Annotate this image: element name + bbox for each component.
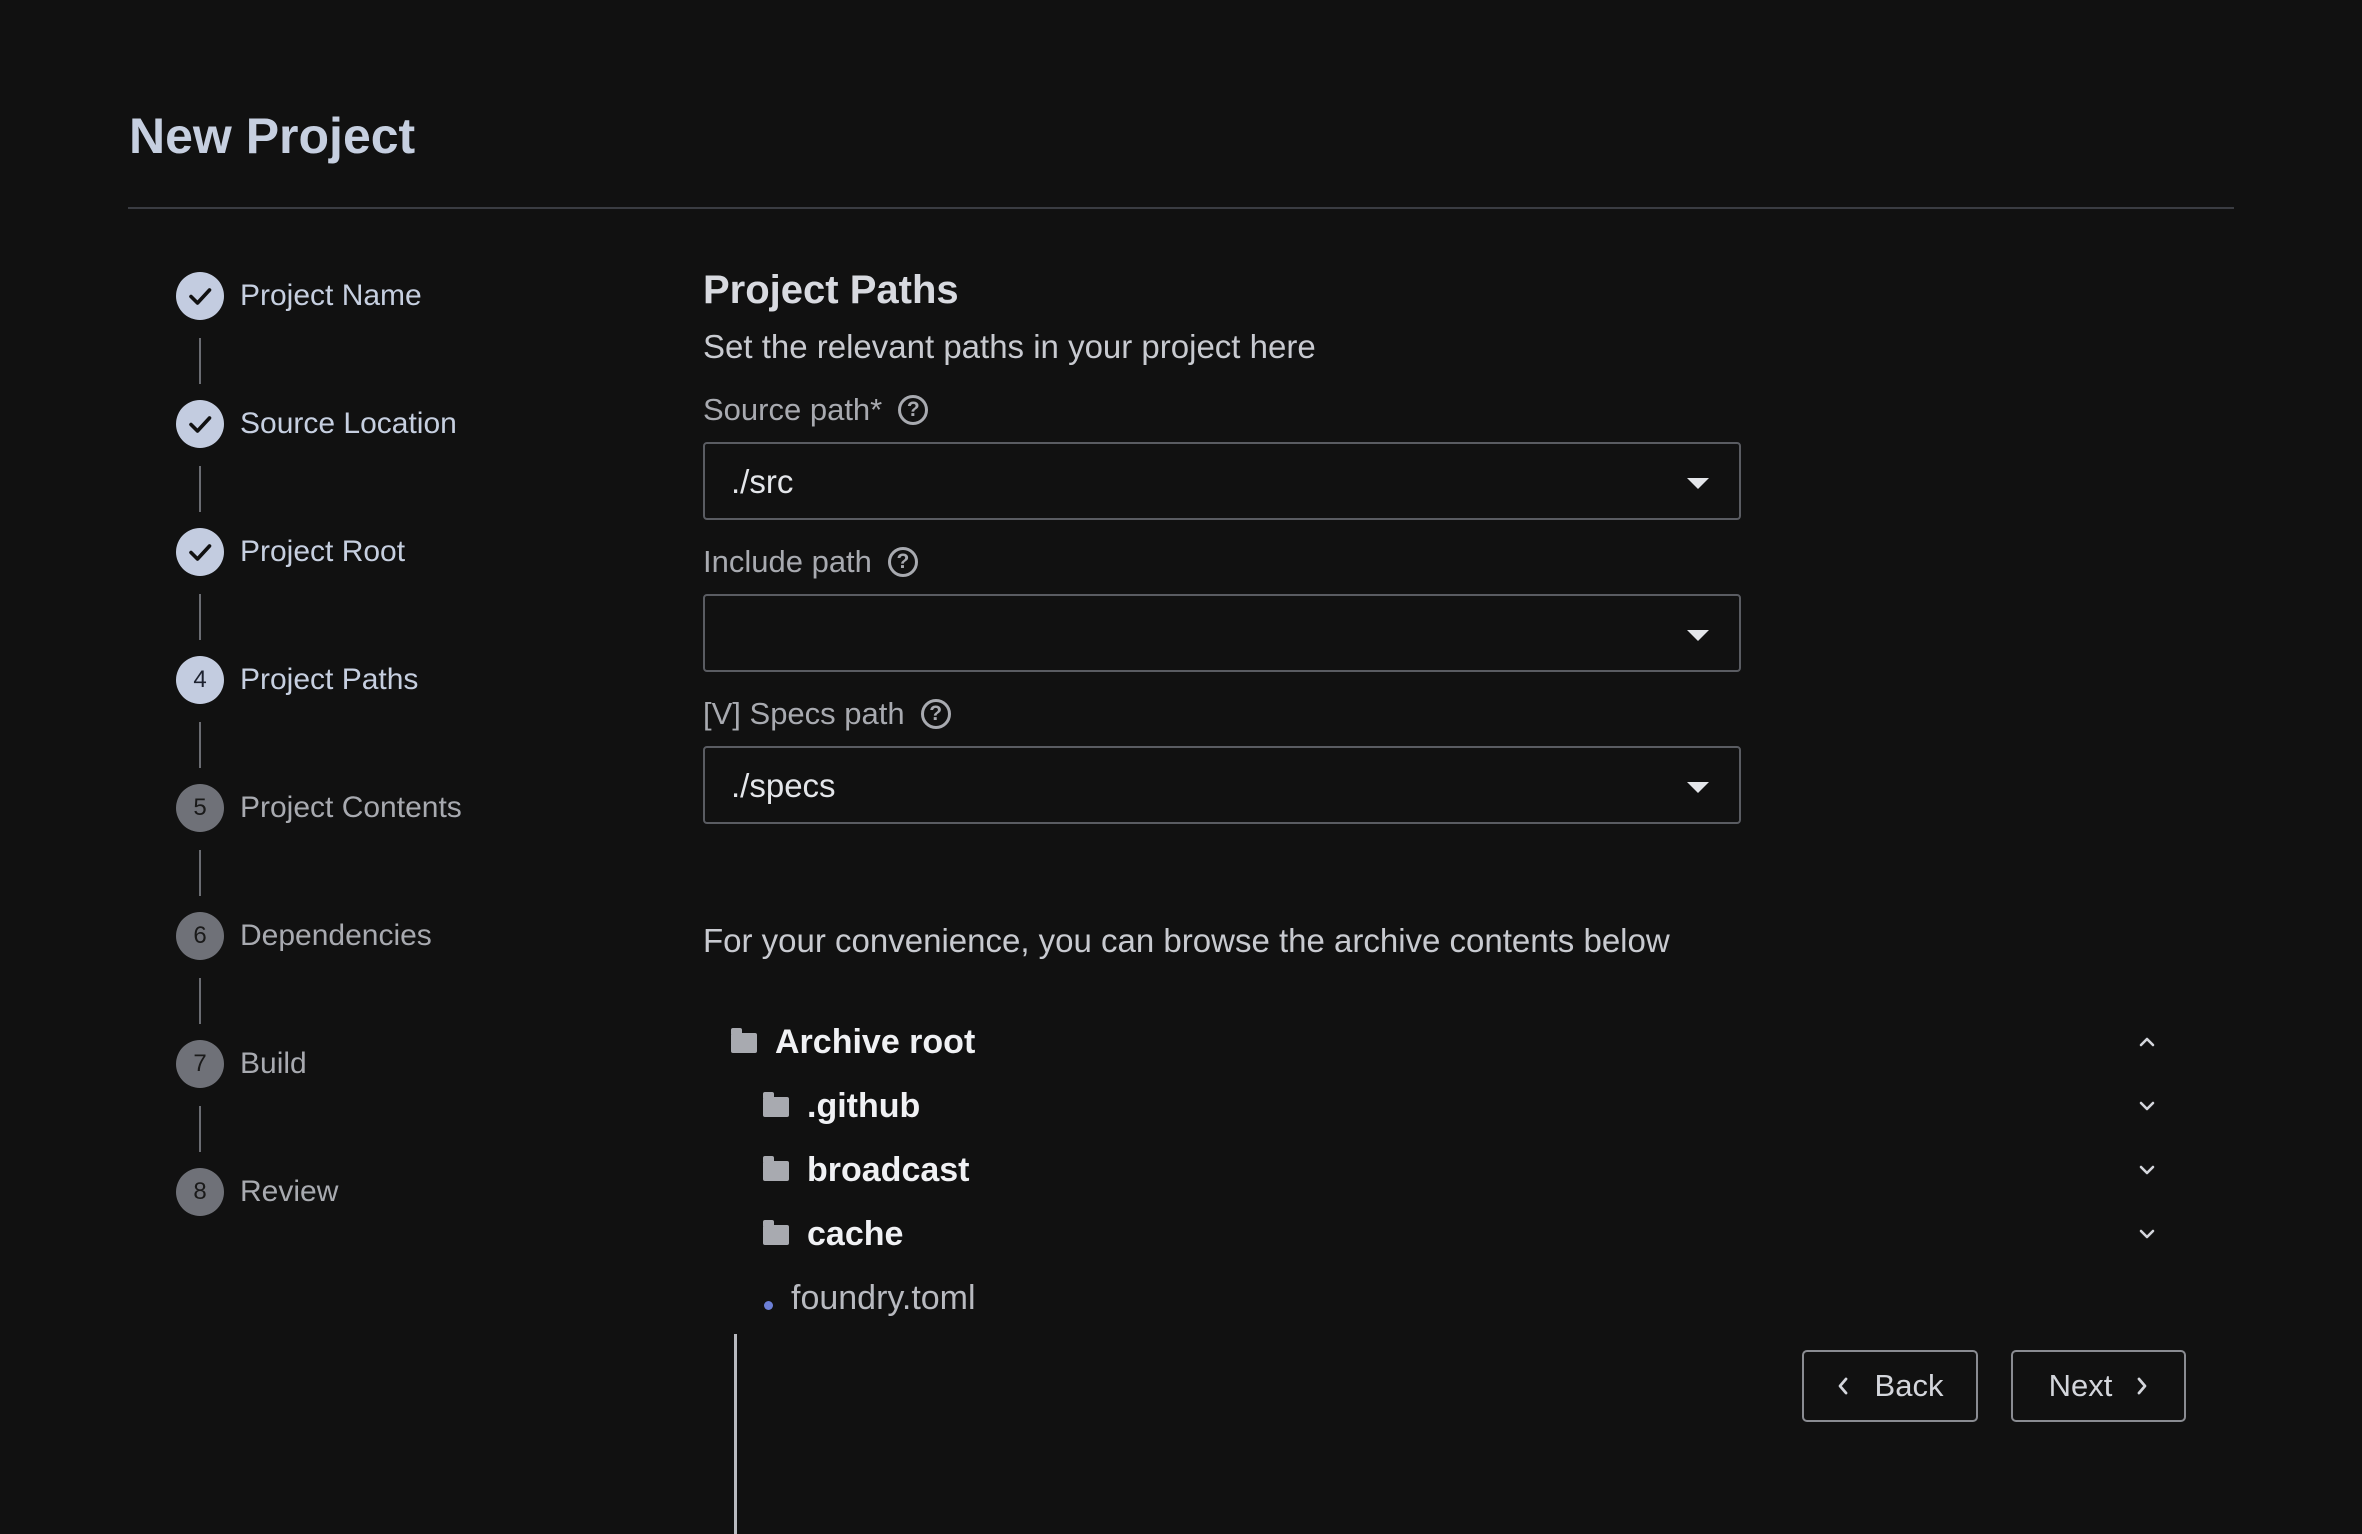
step-label: Review bbox=[240, 1175, 339, 1208]
include-path-select[interactable] bbox=[703, 594, 1741, 672]
source-path-select[interactable]: ./src bbox=[703, 442, 1741, 520]
tree-item-label: foundry.toml bbox=[791, 1279, 976, 1317]
folder-icon bbox=[763, 1092, 789, 1117]
step-connector bbox=[199, 722, 201, 768]
step-source-location[interactable]: Source Location bbox=[176, 400, 656, 528]
question-circle-icon[interactable]: ? bbox=[898, 395, 929, 425]
step-project-contents: 5 Project Contents bbox=[176, 784, 656, 912]
caret-down-icon bbox=[1687, 478, 1709, 489]
step-connector bbox=[199, 466, 201, 512]
include-path-field: Include path ? bbox=[703, 540, 2263, 672]
specs-path-field: [V] Specs path ? ./specs bbox=[703, 692, 2263, 824]
check-icon bbox=[176, 528, 224, 576]
tree-item-github[interactable]: .github bbox=[703, 1078, 2163, 1136]
chevron-down-icon[interactable] bbox=[2131, 1090, 2163, 1122]
source-path-label: Source path* bbox=[703, 392, 883, 427]
specs-path-value: ./specs bbox=[731, 767, 836, 804]
question-circle-icon[interactable]: ? bbox=[887, 547, 918, 577]
step-connector bbox=[199, 1106, 201, 1152]
next-button-label: Next bbox=[2048, 1368, 2113, 1403]
tree-root-label: Archive root bbox=[775, 1023, 976, 1061]
step-number-badge: 6 bbox=[176, 912, 224, 960]
step-label: Dependencies bbox=[240, 919, 432, 952]
specs-path-select[interactable]: ./specs bbox=[703, 746, 1741, 824]
header-divider bbox=[128, 207, 2234, 209]
step-review: 8 Review bbox=[176, 1168, 656, 1296]
folder-icon bbox=[763, 1220, 789, 1245]
chevron-left-icon bbox=[1837, 1376, 1849, 1396]
folder-icon bbox=[731, 1028, 757, 1053]
back-button-label: Back bbox=[1874, 1368, 1944, 1403]
source-path-field: Source path* ? ./src bbox=[703, 388, 2263, 520]
chevron-right-icon bbox=[2136, 1376, 2148, 1396]
tree-item-label: broadcast bbox=[807, 1151, 970, 1189]
tree-item-label: cache bbox=[807, 1215, 904, 1253]
step-connector bbox=[199, 978, 201, 1024]
step-label: Source Location bbox=[240, 407, 457, 440]
include-path-label: Include path bbox=[703, 544, 872, 579]
step-number-badge: 8 bbox=[176, 1168, 224, 1216]
step-label: Project Contents bbox=[240, 791, 462, 824]
step-number-badge: 7 bbox=[176, 1040, 224, 1088]
chevron-down-icon[interactable] bbox=[2131, 1154, 2163, 1186]
next-button[interactable]: Next bbox=[2011, 1350, 2186, 1422]
step-project-paths[interactable]: 4 Project Paths bbox=[176, 656, 656, 784]
chevron-up-icon[interactable] bbox=[2131, 1026, 2163, 1058]
new-project-page: New Project Project Name Source Location… bbox=[0, 0, 2362, 1534]
step-number-badge: 4 bbox=[176, 656, 224, 704]
file-dot-icon bbox=[764, 1301, 773, 1310]
page-title: New Project bbox=[129, 108, 416, 164]
step-label: Project Name bbox=[240, 279, 422, 312]
tree-item-label: .github bbox=[807, 1087, 921, 1125]
archive-browse-hint: For your convenience, you can browse the… bbox=[703, 922, 1670, 959]
chevron-down-icon[interactable] bbox=[2131, 1218, 2163, 1250]
step-connector bbox=[199, 594, 201, 640]
step-project-name[interactable]: Project Name bbox=[176, 272, 656, 400]
question-circle-icon[interactable]: ? bbox=[920, 699, 951, 729]
step-dependencies: 6 Dependencies bbox=[176, 912, 656, 1040]
step-label: Project Root bbox=[240, 535, 406, 568]
tree-root-row[interactable]: Archive root bbox=[703, 1014, 2163, 1072]
folder-icon bbox=[763, 1156, 789, 1181]
project-paths-form: Project Paths Set the relevant paths in … bbox=[703, 262, 2263, 1534]
check-icon bbox=[176, 400, 224, 448]
tree-indent-line bbox=[734, 1334, 737, 1534]
caret-down-icon bbox=[1687, 782, 1709, 793]
section-subtitle: Set the relevant paths in your project h… bbox=[703, 328, 1316, 365]
step-connector bbox=[199, 338, 201, 384]
source-path-value: ./src bbox=[731, 463, 794, 500]
step-project-root[interactable]: Project Root bbox=[176, 528, 656, 656]
step-label: Build bbox=[240, 1047, 307, 1080]
step-label: Project Paths bbox=[240, 663, 419, 696]
tree-item-broadcast[interactable]: broadcast bbox=[703, 1142, 2163, 1200]
back-button[interactable]: Back bbox=[1802, 1350, 1978, 1422]
tree-item-foundry-toml[interactable]: foundry.toml bbox=[703, 1270, 2163, 1328]
archive-tree: Archive root .github broadcast cache fou… bbox=[703, 1012, 2163, 1534]
step-number-badge: 5 bbox=[176, 784, 224, 832]
wizard-stepper: Project Name Source Location Project Roo… bbox=[176, 272, 656, 1296]
specs-path-label: [V] Specs path bbox=[703, 696, 905, 731]
check-icon bbox=[176, 272, 224, 320]
step-build: 7 Build bbox=[176, 1040, 656, 1168]
section-title: Project Paths bbox=[703, 268, 959, 312]
caret-down-icon bbox=[1687, 630, 1709, 641]
tree-item-cache[interactable]: cache bbox=[703, 1206, 2163, 1264]
step-connector bbox=[199, 850, 201, 896]
